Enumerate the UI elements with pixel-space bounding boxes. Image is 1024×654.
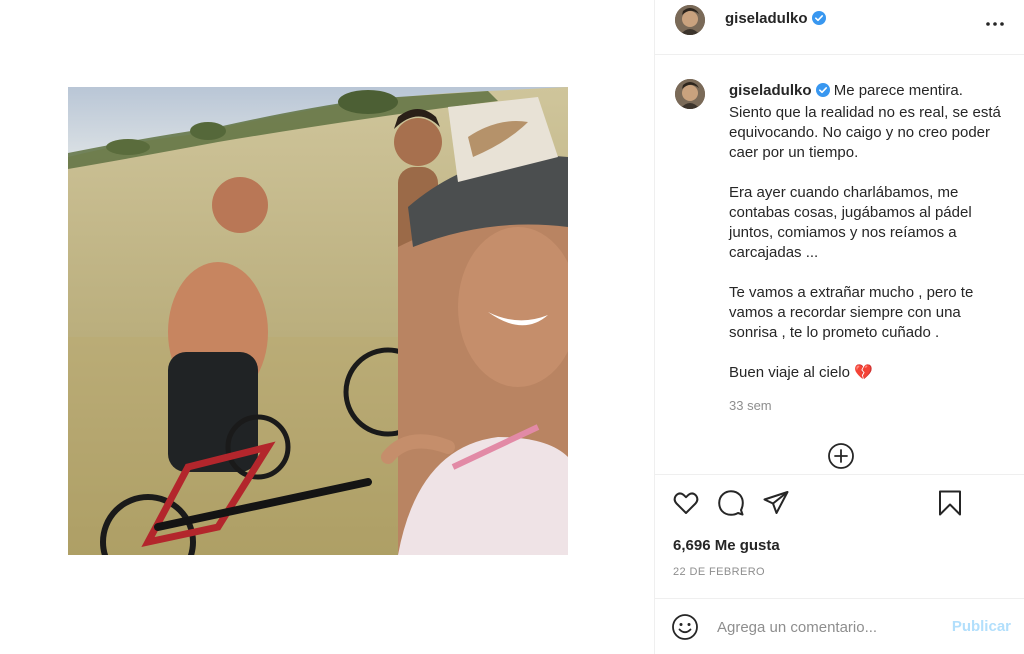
comment-bar: Publicar <box>655 598 1024 654</box>
photo-illustration <box>68 87 568 555</box>
plus-circle-icon[interactable] <box>827 442 855 470</box>
post-comment-button[interactable]: Publicar <box>952 618 1011 635</box>
more-options-icon[interactable] <box>983 12 1007 36</box>
bookmark-icon[interactable] <box>936 489 964 517</box>
heart-icon[interactable] <box>672 489 700 517</box>
comment-input[interactable] <box>717 615 927 639</box>
caption-avatar-image <box>675 79 705 109</box>
avatar-image <box>675 5 705 35</box>
caption-time-ago[interactable]: 33 sem <box>729 398 772 413</box>
post-sidebar: giseladulko giseladulko Me parece mentir… <box>654 0 1024 654</box>
caption-paragraph-2: Era ayer cuando charlábamos, me contabas… <box>729 184 972 261</box>
paper-plane-icon[interactable] <box>762 489 790 517</box>
caption-verified-icon <box>815 83 830 103</box>
caption-area: giseladulko Me parece mentira. Siento qu… <box>655 55 1024 475</box>
avatar[interactable] <box>675 5 705 35</box>
verified-badge-icon <box>811 11 826 30</box>
comment-icon[interactable] <box>717 489 745 517</box>
header-username[interactable]: giseladulko <box>725 10 808 27</box>
caption-text: giseladulko Me parece mentira. Siento qu… <box>729 81 1009 403</box>
post-header: giseladulko <box>655 0 1024 55</box>
caption-paragraph-4: Buen viaje al cielo 💔 <box>729 364 873 381</box>
media-pane <box>0 0 654 654</box>
caption-paragraph-3: Te vamos a extrañar mucho , pero te vamo… <box>729 284 974 341</box>
caption-paragraph-1: giseladulko Me parece mentira. Siento qu… <box>729 81 1009 163</box>
caption-avatar[interactable] <box>675 79 705 109</box>
post-actions <box>655 475 1024 535</box>
caption-username[interactable]: giseladulko <box>729 82 812 99</box>
smiley-icon[interactable] <box>671 613 699 641</box>
post-photo[interactable] <box>68 87 568 555</box>
likes-count[interactable]: 6,696 Me gusta <box>673 537 780 554</box>
post-date[interactable]: 22 DE FEBRERO <box>673 566 765 578</box>
